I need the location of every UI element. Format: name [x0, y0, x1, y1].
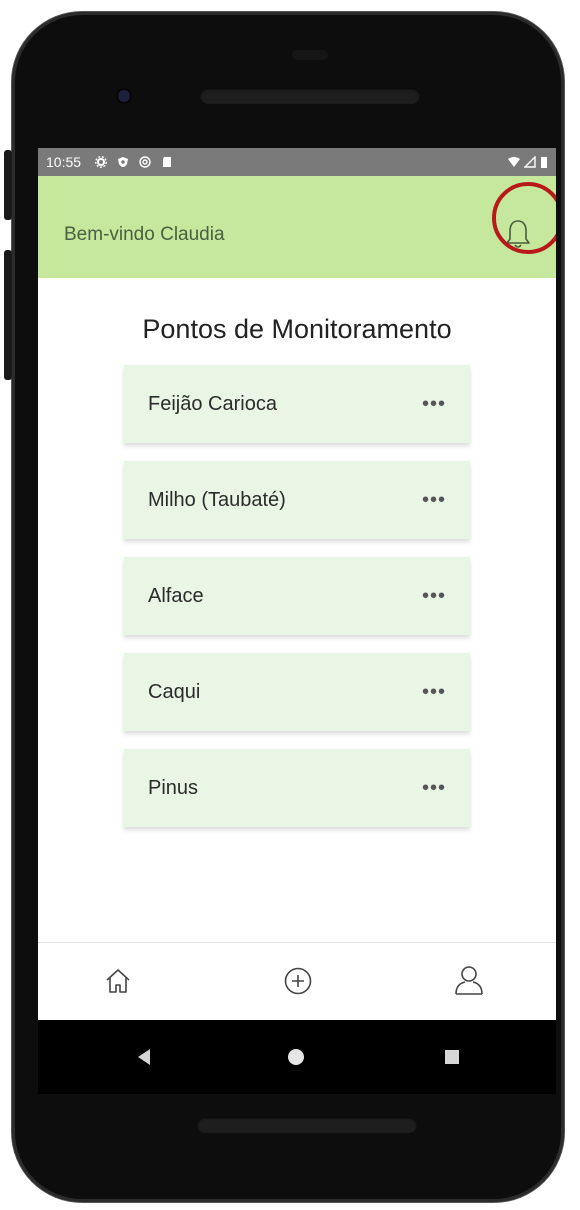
add-circle-icon [284, 967, 312, 995]
more-options-button[interactable]: ••• [422, 490, 446, 510]
front-camera [116, 88, 132, 104]
more-options-button[interactable]: ••• [422, 778, 446, 798]
battery-icon [541, 157, 547, 168]
list-item[interactable]: Feijão Carioca ••• [124, 365, 470, 443]
welcome-text: Bem-vindo Claudia [64, 224, 225, 245]
monitoring-list: Feijão Carioca ••• Milho (Taubaté) ••• A… [38, 365, 556, 827]
add-tab[interactable] [280, 963, 316, 999]
top-speaker [200, 88, 420, 104]
item-label: Feijão Carioca [148, 392, 277, 415]
home-circle-icon[interactable] [286, 1047, 306, 1067]
app-header: Bem-vindo Claudia [38, 176, 556, 278]
status-bar: 10:55 [38, 148, 556, 176]
list-item[interactable]: Caqui ••• [124, 653, 470, 731]
user-icon [455, 966, 483, 995]
page-title: Pontos de Monitoramento [142, 314, 452, 344]
list-item[interactable]: Pinus ••• [124, 749, 470, 827]
home-tab[interactable] [100, 963, 136, 999]
sd-card-icon [163, 157, 172, 167]
highlight-circle [492, 182, 556, 254]
at-icon [139, 156, 151, 168]
shield-icon [118, 157, 129, 167]
item-label: Caqui [148, 680, 201, 703]
profile-tab[interactable] [450, 961, 488, 999]
more-options-button[interactable]: ••• [422, 586, 446, 606]
more-options-button[interactable]: ••• [422, 394, 446, 414]
home-icon [106, 969, 130, 993]
bottom-speaker [197, 1117, 417, 1133]
item-label: Alface [148, 584, 204, 607]
back-icon[interactable] [134, 1047, 154, 1067]
status-time: 10:55 [46, 154, 82, 170]
list-item[interactable]: Milho (Taubaté) ••• [124, 461, 470, 539]
item-label: Milho (Taubaté) [148, 488, 286, 511]
more-options-button[interactable]: ••• [422, 682, 446, 702]
system-navigation-bar [38, 1020, 556, 1094]
power-button [4, 250, 12, 380]
list-item[interactable]: Alface ••• [124, 557, 470, 635]
wifi-icon [508, 157, 520, 167]
recents-icon[interactable] [442, 1047, 462, 1067]
settings-icon [95, 156, 107, 168]
top-notch [292, 50, 328, 60]
volume-button [4, 150, 12, 220]
item-label: Pinus [148, 776, 199, 799]
bottom-navigation [38, 942, 556, 1020]
app-screen: 10:55 Bem-vindo Claudia Pontos de Monito… [38, 148, 556, 1020]
signal-icon [524, 156, 536, 168]
